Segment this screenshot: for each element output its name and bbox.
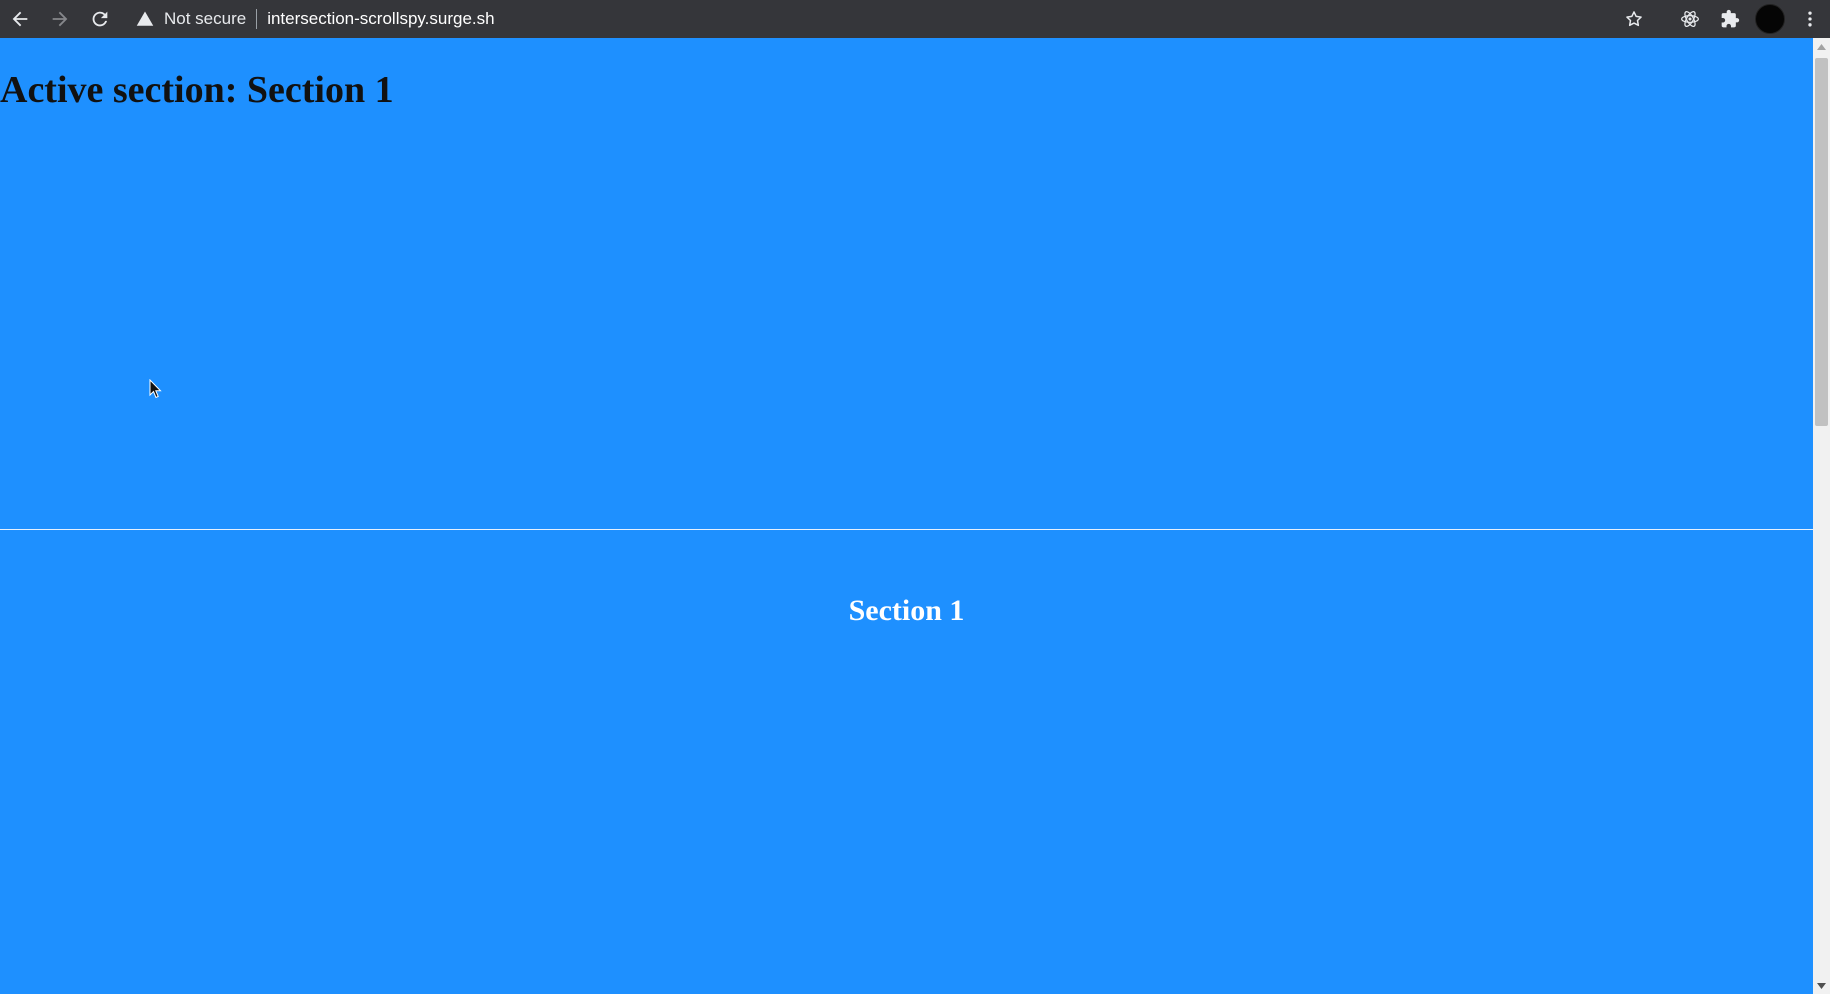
page-viewport: Active section: Section 1 Section 1 (0, 38, 1813, 994)
avatar (1755, 4, 1785, 34)
back-button[interactable] (0, 0, 40, 38)
warning-icon (136, 10, 154, 28)
back-arrow-icon (12, 11, 28, 27)
scrollbar-thumb[interactable] (1815, 58, 1828, 426)
browser-toolbar: Not secure intersection-scrollspy.surge.… (0, 0, 1830, 38)
url-text[interactable]: intersection-scrollspy.surge.sh (267, 9, 494, 29)
star-icon (1626, 11, 1642, 27)
forward-button[interactable] (40, 0, 80, 38)
vertical-scrollbar[interactable] (1813, 38, 1830, 994)
reload-button[interactable] (80, 0, 120, 38)
active-section-heading: Active section: Section 1 (0, 69, 394, 111)
security-label[interactable]: Not secure (164, 9, 246, 29)
scroll-down-arrow-icon[interactable] (1813, 977, 1830, 994)
extensions-button[interactable] (1710, 0, 1750, 38)
react-devtools-button[interactable] (1670, 0, 1710, 38)
address-bar[interactable]: Not secure intersection-scrollspy.surge.… (136, 3, 1616, 35)
menu-button[interactable] (1790, 0, 1830, 38)
kebab-menu-icon (1808, 11, 1812, 27)
mouse-cursor-icon (149, 379, 162, 399)
profile-button[interactable] (1750, 0, 1790, 38)
puzzle-icon (1721, 9, 1740, 28)
scroll-up-arrow-icon[interactable] (1813, 38, 1830, 55)
forward-arrow-icon (52, 11, 68, 27)
reload-icon (92, 11, 108, 27)
toolbar-actions (1670, 0, 1830, 38)
section-divider (0, 529, 1813, 530)
omnibox-separator (256, 9, 258, 29)
react-icon (1681, 10, 1699, 28)
section-title: Section 1 (848, 594, 965, 627)
bookmark-button[interactable] (1614, 0, 1654, 38)
